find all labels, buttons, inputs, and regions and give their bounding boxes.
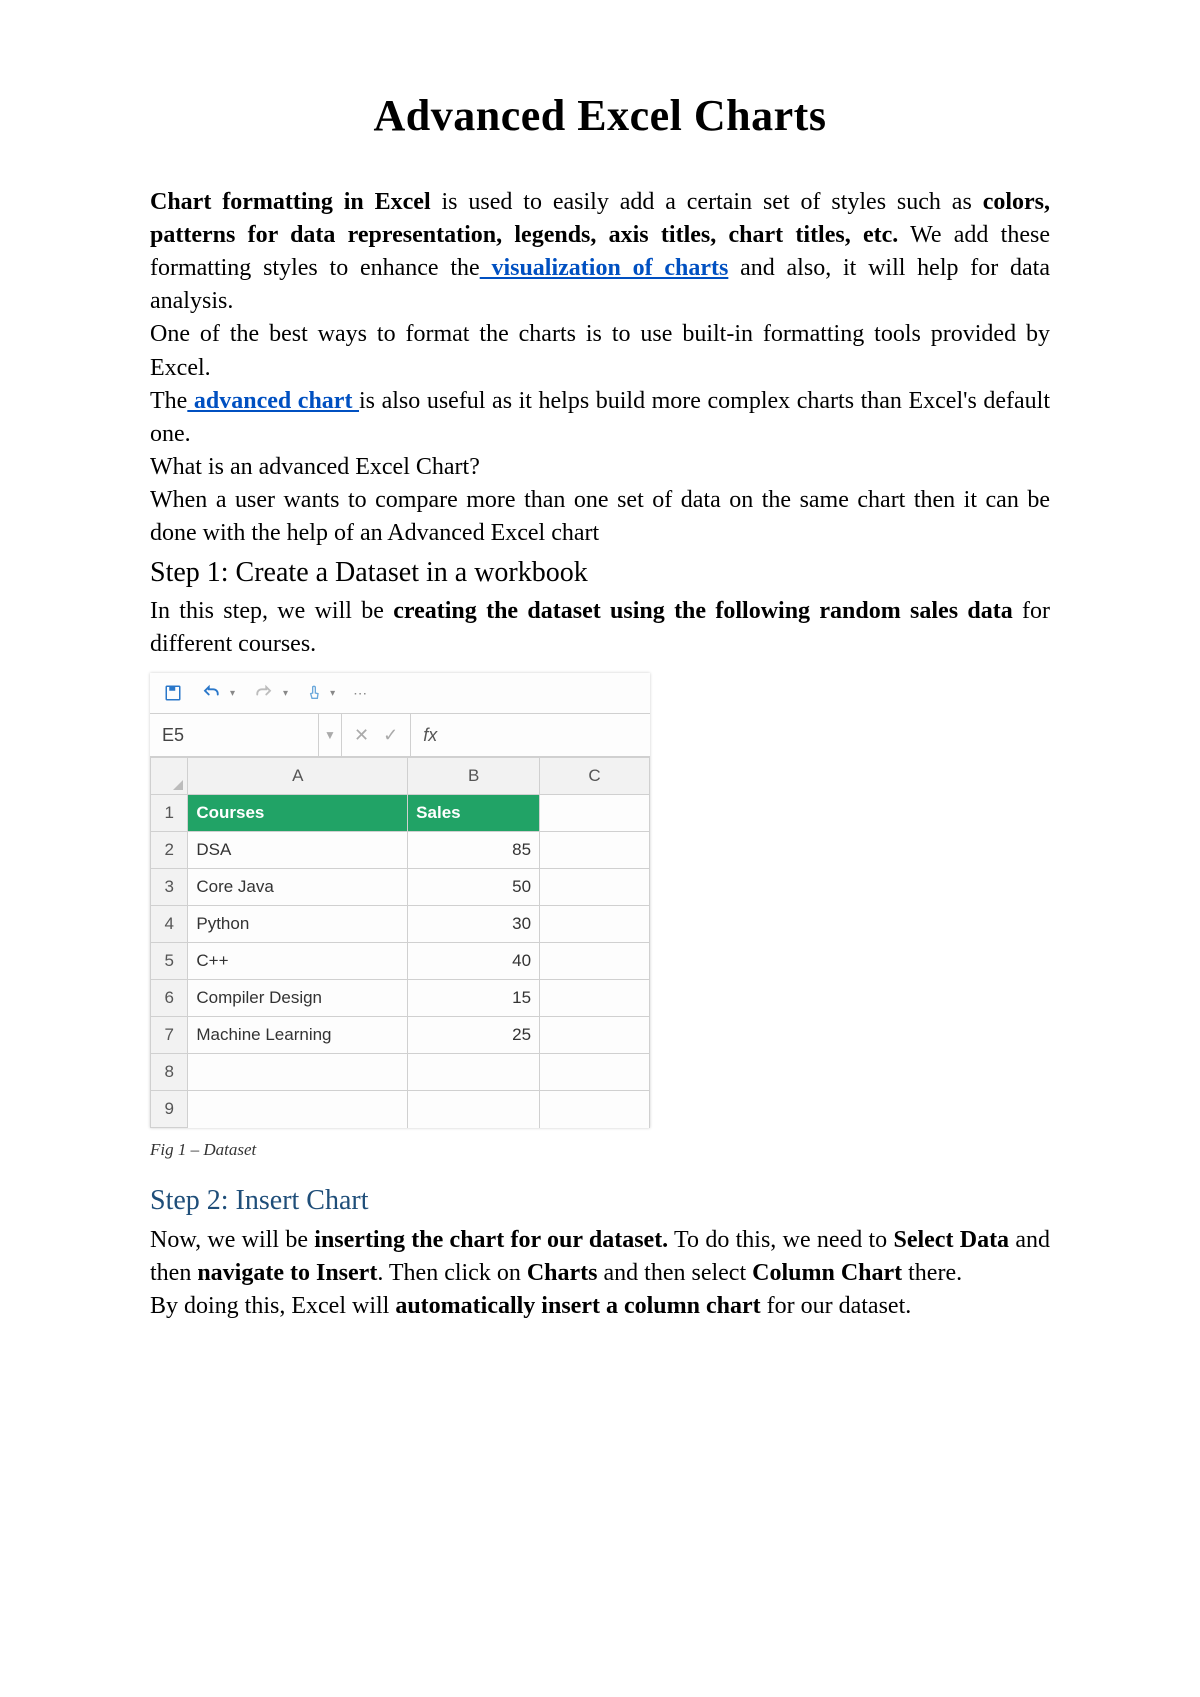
cell-sales: 40 [408, 943, 540, 980]
fx-label: fx [411, 714, 449, 756]
customize-qat-icon: ⋯ [353, 685, 367, 702]
quick-access-toolbar: ▾ ▾ ▾ ⋯ [150, 673, 650, 714]
cell-empty [408, 1091, 540, 1128]
cell-sales: 30 [408, 906, 540, 943]
link-visualization-of-charts[interactable]: visualization of charts [480, 255, 729, 281]
formula-bar: E5 ▼ ✕ ✓ fx [150, 714, 650, 757]
paragraph-step2-result: By doing this, Excel will automatically … [150, 1290, 1050, 1323]
redo-icon [253, 684, 275, 702]
cell-course: DSA [188, 832, 408, 869]
bold-text: Column Chart [752, 1260, 902, 1286]
row-header: 8 [151, 1054, 188, 1091]
body-text: Now, we will be [150, 1227, 314, 1253]
cancel-icon: ✕ [354, 725, 369, 746]
dropdown-caret-icon: ▾ [330, 688, 335, 699]
cell-course: Python [188, 906, 408, 943]
row-header: 4 [151, 906, 188, 943]
row-header: 1 [151, 795, 188, 832]
cell-empty [408, 1054, 540, 1091]
bold-text: Chart formatting in Excel [150, 189, 431, 215]
cell-course: Machine Learning [188, 1017, 408, 1054]
name-box-dropdown-icon: ▼ [319, 714, 342, 756]
bold-text: automatically insert a column chart [395, 1293, 760, 1319]
cell-sales: 15 [408, 980, 540, 1017]
name-box: E5 [150, 714, 319, 756]
cell-empty [540, 1091, 650, 1128]
cell-empty [540, 980, 650, 1017]
paragraph-intro: Chart formatting in Excel is used to eas… [150, 186, 1050, 318]
body-text: The [150, 388, 187, 414]
cell-course: Core Java [188, 869, 408, 906]
link-advanced-chart[interactable]: advanced chart [187, 388, 359, 414]
enter-icon: ✓ [383, 725, 398, 746]
touch-mode-icon [306, 683, 322, 703]
paragraph-question: What is an advanced Excel Chart? [150, 451, 1050, 484]
cell-empty [188, 1054, 408, 1091]
column-header-c: C [540, 758, 650, 795]
formula-bar-buttons: ✕ ✓ [342, 714, 411, 756]
paragraph-advanced-chart: The advanced chart is also useful as it … [150, 385, 1050, 451]
body-text: and then select [598, 1260, 753, 1286]
paragraph-step2-body: Now, we will be inserting the chart for … [150, 1224, 1050, 1290]
paragraph-step1-body: In this step, we will be creating the da… [150, 595, 1050, 661]
excel-screenshot: ▾ ▾ ▾ ⋯ E5 ▼ ✕ ✓ fx A [150, 673, 650, 1128]
bold-text: navigate to Insert [197, 1260, 377, 1286]
cell-sales-header: Sales [408, 795, 540, 832]
cell-empty [540, 869, 650, 906]
heading-step2: Step 2: Insert Chart [150, 1182, 1050, 1221]
paragraph-answer: When a user wants to compare more than o… [150, 484, 1050, 550]
select-all-corner [151, 758, 188, 795]
body-text: is used to easily add a certain set of s… [431, 189, 983, 215]
figure-caption: Fig 1 – Dataset [150, 1138, 1050, 1161]
body-text: . Then click on [377, 1260, 527, 1286]
column-header-a: A [188, 758, 408, 795]
row-header: 9 [151, 1091, 188, 1128]
cell-empty [540, 832, 650, 869]
bold-text: inserting the chart for our dataset. [314, 1227, 668, 1253]
paragraph-builtin-tools: One of the best ways to format the chart… [150, 318, 1050, 384]
cell-sales: 50 [408, 869, 540, 906]
body-text: there. [902, 1260, 962, 1286]
bold-text: Charts [527, 1260, 598, 1286]
undo-icon [200, 684, 222, 702]
page-title: Advanced Excel Charts [150, 90, 1050, 141]
cell-sales: 85 [408, 832, 540, 869]
cell-empty [540, 795, 650, 832]
body-text: By doing this, Excel will [150, 1293, 395, 1319]
cell-course: Compiler Design [188, 980, 408, 1017]
spreadsheet-grid: A B C 1 Courses Sales 2 DSA 85 [150, 757, 650, 1128]
row-header: 5 [151, 943, 188, 980]
body-text: In this step, we will be [150, 598, 393, 624]
save-icon [164, 684, 182, 702]
body-text: To do this, we need to [668, 1227, 893, 1253]
document-page: Advanced Excel Charts Chart formatting i… [0, 0, 1200, 1697]
cell-empty [540, 943, 650, 980]
cell-course: C++ [188, 943, 408, 980]
cell-empty [540, 1054, 650, 1091]
cell-empty [540, 1017, 650, 1054]
bold-text: creating the dataset using the following… [393, 598, 1012, 624]
heading-step1: Step 1: Create a Dataset in a workbook [150, 554, 1050, 593]
dropdown-caret-icon: ▾ [283, 688, 288, 699]
column-header-b: B [408, 758, 540, 795]
cell-sales: 25 [408, 1017, 540, 1054]
cell-courses-header: Courses [188, 795, 408, 832]
body-text: for our dataset. [761, 1293, 912, 1319]
row-header: 3 [151, 869, 188, 906]
row-header: 2 [151, 832, 188, 869]
cell-empty [540, 906, 650, 943]
dropdown-caret-icon: ▾ [230, 688, 235, 699]
row-header: 6 [151, 980, 188, 1017]
row-header: 7 [151, 1017, 188, 1054]
cell-empty [188, 1091, 408, 1128]
bold-text: Select Data [893, 1227, 1009, 1253]
